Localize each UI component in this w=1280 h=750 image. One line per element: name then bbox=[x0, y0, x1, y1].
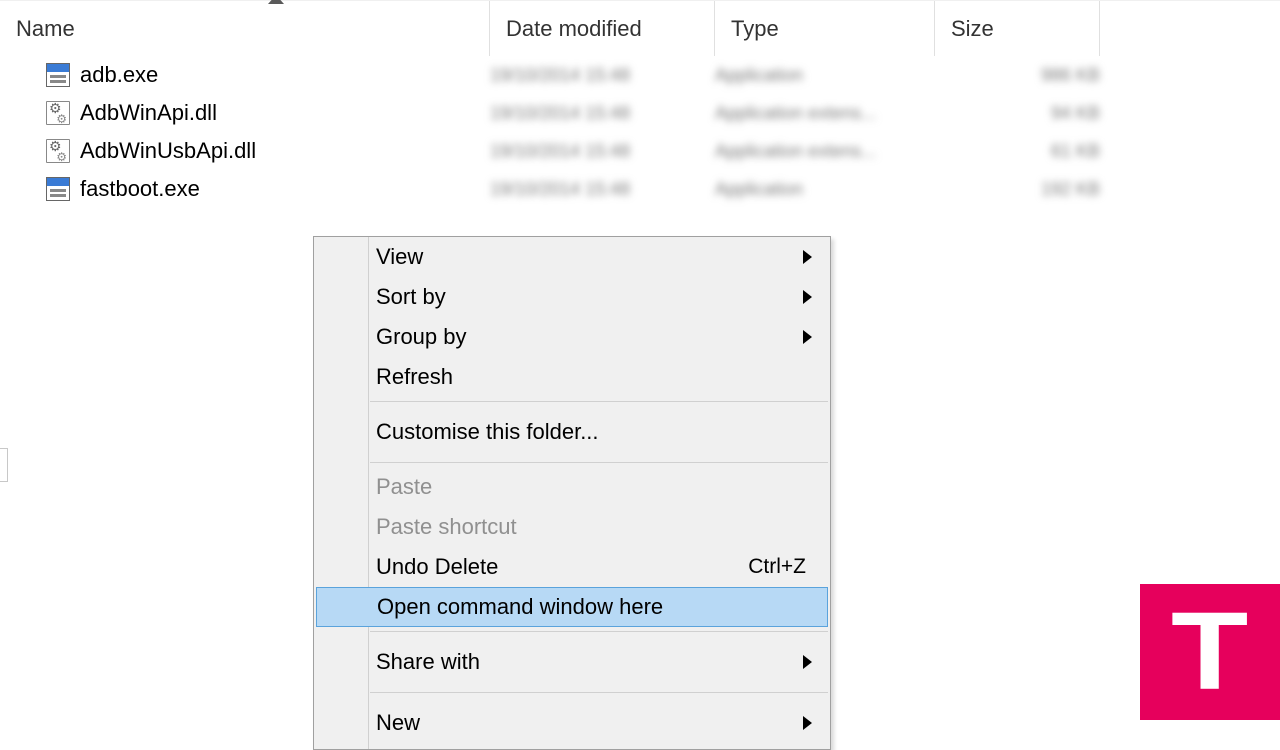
file-type: Application bbox=[715, 179, 935, 200]
file-row[interactable]: fastboot.exe 19/10/2014 15:48 Applicatio… bbox=[0, 170, 1280, 208]
application-icon bbox=[46, 177, 70, 201]
file-size: 986 KB bbox=[935, 65, 1100, 86]
chevron-right-icon bbox=[803, 716, 812, 730]
context-menu: View Sort by Group by Refresh Customise … bbox=[313, 236, 831, 750]
menu-label: Open command window here bbox=[377, 594, 663, 620]
menu-item-group-by[interactable]: Group by bbox=[314, 317, 830, 357]
file-row[interactable]: AdbWinApi.dll 19/10/2014 15:48 Applicati… bbox=[0, 94, 1280, 132]
file-size: 94 KB bbox=[935, 103, 1100, 124]
menu-item-view[interactable]: View bbox=[314, 237, 830, 277]
column-header-date[interactable]: Date modified bbox=[490, 1, 715, 56]
file-type: Application bbox=[715, 65, 935, 86]
menu-item-share-with[interactable]: Share with bbox=[314, 636, 830, 688]
menu-separator bbox=[370, 462, 828, 463]
menu-item-customise-folder[interactable]: Customise this folder... bbox=[314, 406, 830, 458]
menu-label: Share with bbox=[376, 649, 480, 675]
menu-label: Paste shortcut bbox=[376, 514, 517, 540]
sort-ascending-icon bbox=[268, 0, 284, 4]
header-label: Name bbox=[16, 16, 75, 42]
file-date: 19/10/2014 15:48 bbox=[490, 141, 715, 162]
file-date: 19/10/2014 15:48 bbox=[490, 179, 715, 200]
header-label: Size bbox=[951, 16, 994, 42]
menu-label: Customise this folder... bbox=[376, 419, 599, 445]
chevron-right-icon bbox=[803, 655, 812, 669]
menu-label: New bbox=[376, 710, 420, 736]
column-header-type[interactable]: Type bbox=[715, 1, 935, 56]
file-name: AdbWinApi.dll bbox=[80, 100, 217, 126]
file-size: 61 KB bbox=[935, 141, 1100, 162]
chevron-right-icon bbox=[803, 250, 812, 264]
window-edge-sliver bbox=[0, 448, 8, 482]
file-name: adb.exe bbox=[80, 62, 158, 88]
file-date: 19/10/2014 15:48 bbox=[490, 103, 715, 124]
file-row[interactable]: AdbWinUsbApi.dll 19/10/2014 15:48 Applic… bbox=[0, 132, 1280, 170]
menu-separator bbox=[370, 631, 828, 632]
file-row[interactable]: adb.exe 19/10/2014 15:48 Application 986… bbox=[0, 56, 1280, 94]
menu-item-paste-shortcut: Paste shortcut bbox=[314, 507, 830, 547]
chevron-right-icon bbox=[803, 290, 812, 304]
header-label: Date modified bbox=[506, 16, 642, 42]
brand-letter: T bbox=[1171, 597, 1248, 707]
menu-label: View bbox=[376, 244, 423, 270]
column-headers: Name Date modified Type Size bbox=[0, 0, 1280, 56]
menu-item-open-command-window[interactable]: Open command window here bbox=[316, 587, 828, 627]
menu-separator bbox=[370, 401, 828, 402]
file-name: AdbWinUsbApi.dll bbox=[80, 138, 256, 164]
file-type: Application extens... bbox=[715, 141, 935, 162]
menu-shortcut: Ctrl+Z bbox=[748, 555, 806, 579]
file-type: Application extens... bbox=[715, 103, 935, 124]
chevron-right-icon bbox=[803, 330, 812, 344]
menu-label: Refresh bbox=[376, 364, 453, 390]
menu-item-undo-delete[interactable]: Undo Delete Ctrl+Z bbox=[314, 547, 830, 587]
menu-label: Sort by bbox=[376, 284, 446, 310]
dll-icon bbox=[46, 101, 70, 125]
menu-item-sort-by[interactable]: Sort by bbox=[314, 277, 830, 317]
menu-item-paste: Paste bbox=[314, 467, 830, 507]
menu-item-refresh[interactable]: Refresh bbox=[314, 357, 830, 397]
column-header-name[interactable]: Name bbox=[0, 1, 490, 56]
column-header-size[interactable]: Size bbox=[935, 1, 1100, 56]
file-list: adb.exe 19/10/2014 15:48 Application 986… bbox=[0, 56, 1280, 208]
file-size: 192 KB bbox=[935, 179, 1100, 200]
menu-label: Group by bbox=[376, 324, 467, 350]
dll-icon bbox=[46, 139, 70, 163]
brand-badge: T bbox=[1140, 584, 1280, 720]
menu-label: Paste bbox=[376, 474, 432, 500]
menu-separator bbox=[370, 692, 828, 693]
menu-label: Undo Delete bbox=[376, 554, 498, 580]
header-label: Type bbox=[731, 16, 779, 42]
menu-item-new[interactable]: New bbox=[314, 697, 830, 749]
application-icon bbox=[46, 63, 70, 87]
file-name: fastboot.exe bbox=[80, 176, 200, 202]
file-date: 19/10/2014 15:48 bbox=[490, 65, 715, 86]
